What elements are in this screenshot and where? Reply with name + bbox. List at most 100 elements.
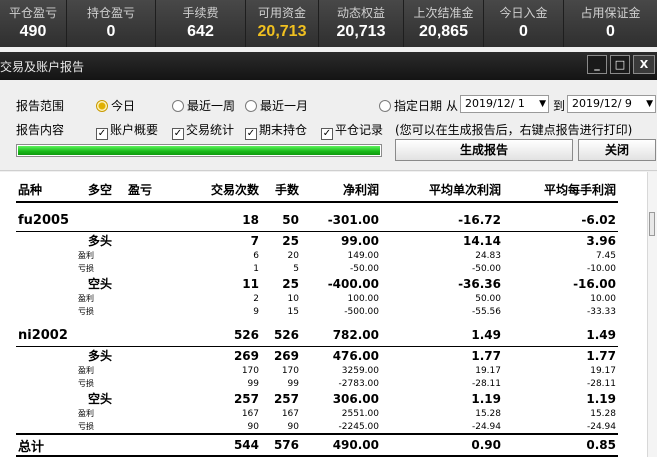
metric-close-pnl: 平仓盈亏 490 — [0, 0, 67, 47]
cell: 18 — [242, 213, 259, 227]
cell: -16.00 — [573, 276, 616, 291]
cell: 2551.00 — [341, 408, 379, 419]
cell: 90 — [287, 421, 299, 432]
checkbox-trade-stats[interactable]: ✓ 交易统计 — [172, 121, 234, 140]
product-name: ni2002 — [18, 327, 68, 343]
detail-row: 盈利 6 20 149.00 24.83 7.45 — [16, 249, 618, 262]
cell: -50.00 — [349, 263, 379, 274]
checkbox-account-summary[interactable]: ✓ 账户概要 — [96, 121, 158, 140]
cell: 1.49 — [586, 328, 616, 342]
from-date-picker[interactable]: 2019/12/ 1 ▼ — [460, 95, 549, 113]
metric-value: 0 — [606, 22, 615, 40]
cell: 167 — [241, 408, 259, 419]
col-header: 品种 — [16, 177, 86, 203]
cell: 25 — [282, 276, 299, 291]
restore-button[interactable]: □ — [610, 55, 630, 74]
range-option-label: 指定日期 — [394, 99, 443, 113]
from-label: 从 — [446, 99, 459, 113]
checkbox-end-positions[interactable]: ✓ 期末持仓 — [245, 121, 307, 140]
cell: 50.00 — [475, 293, 501, 304]
side-row: 多头 7 25 99.00 14.14 3.96 — [16, 231, 618, 249]
close-window-button[interactable]: X — [633, 55, 655, 74]
metric-value: 0 — [519, 22, 528, 40]
cell: 1.77 — [381, 346, 503, 364]
side-name: 多头 — [86, 346, 176, 364]
cell: 269 — [261, 346, 301, 364]
cell: 19.17 — [590, 365, 616, 376]
window-titlebar[interactable]: 交易及账户报告 _ □ X — [0, 52, 657, 80]
col-header: 平均每手利润 — [503, 177, 618, 203]
range-option-label: 最近一月 — [260, 99, 309, 113]
detail-row: 亏损 90 90 -2245.00 -24.94 -24.94 — [16, 420, 618, 434]
vertical-scrollbar[interactable] — [647, 172, 657, 457]
chevron-down-icon[interactable]: ▼ — [539, 96, 546, 112]
minimize-button[interactable]: _ — [587, 55, 607, 74]
to-date-picker[interactable]: 2019/12/ 9 ▼ — [567, 95, 656, 113]
radio-selected-icon — [96, 100, 108, 112]
cell: -6.02 — [581, 213, 616, 227]
checkbox-label: 交易统计 — [186, 123, 235, 137]
cell: 15.28 — [475, 408, 501, 419]
detail-row: 盈利 170 170 3259.00 19.17 19.17 — [16, 364, 618, 377]
metric-prev-reserve: 上次结准金 20,865 — [404, 0, 484, 47]
cell: 0.90 — [381, 433, 503, 457]
range-option-custom[interactable]: 指定日期 — [379, 97, 442, 114]
from-date-value: 2019/12/ 1 — [465, 97, 525, 110]
cell: 1.49 — [471, 328, 501, 342]
table-header-row: 品种 多空 盈亏 交易次数 手数 净利润 平均单次利润 平均每手利润 — [16, 177, 618, 203]
close-button[interactable]: 关闭 — [578, 139, 656, 161]
detail-name: 盈利 — [78, 409, 94, 418]
checkbox-label: 平仓记录 — [335, 123, 384, 137]
side-row: 空头 11 25 -400.00 -36.36 -16.00 — [16, 275, 618, 292]
cell: 149.00 — [347, 250, 380, 261]
to-date-value: 2019/12/ 9 — [572, 97, 632, 110]
col-header: 多空 — [86, 177, 126, 203]
metric-label: 平仓盈亏 — [8, 5, 57, 20]
cell: -28.11 — [471, 378, 501, 389]
cell: 10 — [287, 293, 299, 304]
report-view[interactable]: 品种 多空 盈亏 交易次数 手数 净利润 平均单次利润 平均每手利润 fu200… — [0, 172, 648, 457]
metric-position-pnl: 持仓盈亏 0 — [67, 0, 156, 47]
product-row: fu2005 18 50 -301.00 -16.72 -6.02 — [16, 209, 618, 232]
range-option-month[interactable]: 最近一月 — [245, 97, 308, 114]
checkbox-label: 期末持仓 — [259, 123, 308, 137]
report-table: 品种 多空 盈亏 交易次数 手数 净利润 平均单次利润 平均每手利润 fu200… — [16, 177, 618, 457]
cell: 526 — [233, 328, 259, 342]
cell: 99 — [287, 378, 299, 389]
radio-icon — [379, 100, 391, 112]
radio-icon — [172, 100, 184, 112]
metric-margin-used: 占用保证金 0 — [564, 0, 657, 47]
cell: 782.00 — [332, 328, 379, 342]
cell: 14.14 — [381, 231, 503, 249]
checkbox-close-records[interactable]: ✓ 平仓记录 — [321, 121, 383, 140]
range-option-today[interactable]: 今日 — [96, 97, 135, 114]
account-metrics-bar: 平仓盈亏 490 持仓盈亏 0 手续费 642 可用资金 20,713 动态权益… — [0, 0, 657, 47]
metric-label: 动态权益 — [336, 5, 385, 20]
cell: 7 — [176, 231, 261, 249]
side-row: 空头 257 257 306.00 1.19 1.19 — [16, 390, 618, 407]
range-option-week[interactable]: 最近一周 — [172, 97, 235, 114]
side-row: 多头 269 269 476.00 1.77 1.77 — [16, 346, 618, 364]
cell: 167 — [281, 408, 299, 419]
cell: 544 — [176, 433, 261, 457]
generate-report-button[interactable]: 生成报告 — [395, 139, 573, 161]
cell: -28.11 — [586, 378, 616, 389]
cell: -55.56 — [471, 306, 501, 317]
metric-value: 490 — [19, 22, 47, 40]
scrollbar-thumb[interactable] — [649, 212, 655, 236]
cell: 100.00 — [347, 293, 380, 304]
total-row: 总计 544 576 490.00 0.90 0.85 — [16, 433, 618, 457]
cell: -24.94 — [471, 421, 501, 432]
cell: -500.00 — [344, 306, 379, 317]
chevron-down-icon[interactable]: ▼ — [646, 96, 653, 112]
cell: -301.00 — [327, 213, 379, 227]
window-title: 交易及账户报告 — [0, 60, 85, 74]
metric-label: 占用保证金 — [580, 5, 641, 20]
cell: 20 — [287, 250, 299, 261]
metric-commission: 手续费 642 — [156, 0, 246, 47]
metric-label: 今日入金 — [499, 5, 548, 20]
metric-dynamic-equity: 动态权益 20,713 — [319, 0, 404, 47]
cell: 170 — [281, 365, 299, 376]
print-hint: (您可以在生成报告后，右键点报告进行打印) — [395, 123, 633, 137]
cell: 25 — [261, 231, 301, 249]
